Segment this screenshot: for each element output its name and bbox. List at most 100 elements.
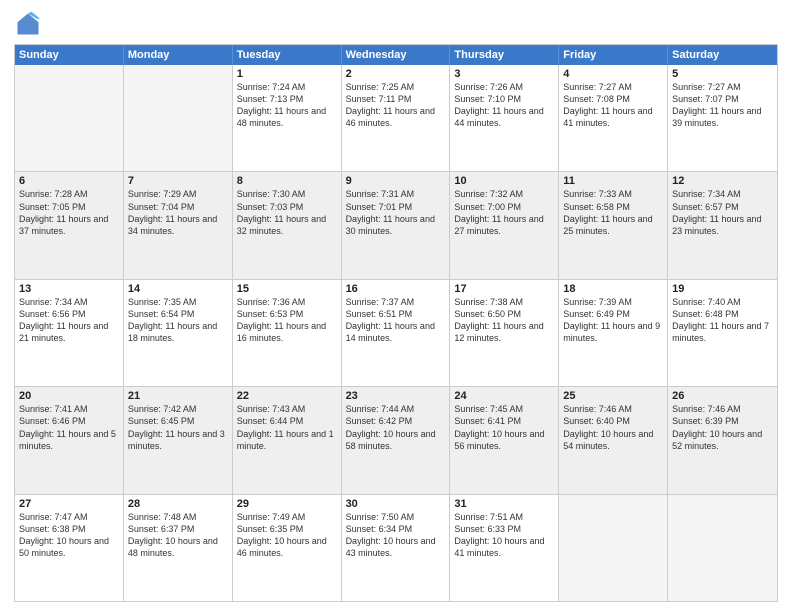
day-number: 13: [19, 283, 119, 295]
calendar-row-4: 27Sunrise: 7:47 AM Sunset: 6:38 PM Dayli…: [15, 494, 777, 601]
calendar-cell-1-2: 8Sunrise: 7:30 AM Sunset: 7:03 PM Daylig…: [233, 172, 342, 278]
day-number: 21: [128, 390, 228, 402]
cell-details: Sunrise: 7:40 AM Sunset: 6:48 PM Dayligh…: [672, 296, 773, 345]
day-number: 7: [128, 175, 228, 187]
calendar-cell-0-4: 3Sunrise: 7:26 AM Sunset: 7:10 PM Daylig…: [450, 65, 559, 171]
calendar-cell-1-5: 11Sunrise: 7:33 AM Sunset: 6:58 PM Dayli…: [559, 172, 668, 278]
calendar-cell-3-4: 24Sunrise: 7:45 AM Sunset: 6:41 PM Dayli…: [450, 387, 559, 493]
calendar-row-2: 13Sunrise: 7:34 AM Sunset: 6:56 PM Dayli…: [15, 279, 777, 386]
day-number: 6: [19, 175, 119, 187]
page: SundayMondayTuesdayWednesdayThursdayFrid…: [0, 0, 792, 612]
day-number: 25: [563, 390, 663, 402]
cell-details: Sunrise: 7:31 AM Sunset: 7:01 PM Dayligh…: [346, 188, 446, 237]
calendar-cell-3-2: 22Sunrise: 7:43 AM Sunset: 6:44 PM Dayli…: [233, 387, 342, 493]
cell-details: Sunrise: 7:36 AM Sunset: 6:53 PM Dayligh…: [237, 296, 337, 345]
header-day-friday: Friday: [559, 45, 668, 65]
calendar: SundayMondayTuesdayWednesdayThursdayFrid…: [14, 44, 778, 602]
cell-details: Sunrise: 7:46 AM Sunset: 6:39 PM Dayligh…: [672, 403, 773, 452]
calendar-cell-3-0: 20Sunrise: 7:41 AM Sunset: 6:46 PM Dayli…: [15, 387, 124, 493]
cell-details: Sunrise: 7:49 AM Sunset: 6:35 PM Dayligh…: [237, 511, 337, 560]
day-number: 26: [672, 390, 773, 402]
cell-details: Sunrise: 7:37 AM Sunset: 6:51 PM Dayligh…: [346, 296, 446, 345]
day-number: 23: [346, 390, 446, 402]
header-day-monday: Monday: [124, 45, 233, 65]
cell-details: Sunrise: 7:39 AM Sunset: 6:49 PM Dayligh…: [563, 296, 663, 345]
cell-details: Sunrise: 7:33 AM Sunset: 6:58 PM Dayligh…: [563, 188, 663, 237]
calendar-cell-2-2: 15Sunrise: 7:36 AM Sunset: 6:53 PM Dayli…: [233, 280, 342, 386]
header-day-wednesday: Wednesday: [342, 45, 451, 65]
day-number: 29: [237, 498, 337, 510]
cell-details: Sunrise: 7:25 AM Sunset: 7:11 PM Dayligh…: [346, 81, 446, 130]
calendar-cell-4-2: 29Sunrise: 7:49 AM Sunset: 6:35 PM Dayli…: [233, 495, 342, 601]
cell-details: Sunrise: 7:45 AM Sunset: 6:41 PM Dayligh…: [454, 403, 554, 452]
day-number: 28: [128, 498, 228, 510]
calendar-header: SundayMondayTuesdayWednesdayThursdayFrid…: [15, 45, 777, 65]
day-number: 12: [672, 175, 773, 187]
calendar-cell-0-3: 2Sunrise: 7:25 AM Sunset: 7:11 PM Daylig…: [342, 65, 451, 171]
cell-details: Sunrise: 7:32 AM Sunset: 7:00 PM Dayligh…: [454, 188, 554, 237]
calendar-cell-4-3: 30Sunrise: 7:50 AM Sunset: 6:34 PM Dayli…: [342, 495, 451, 601]
day-number: 11: [563, 175, 663, 187]
cell-details: Sunrise: 7:26 AM Sunset: 7:10 PM Dayligh…: [454, 81, 554, 130]
calendar-cell-4-0: 27Sunrise: 7:47 AM Sunset: 6:38 PM Dayli…: [15, 495, 124, 601]
day-number: 3: [454, 68, 554, 80]
day-number: 27: [19, 498, 119, 510]
calendar-cell-2-1: 14Sunrise: 7:35 AM Sunset: 6:54 PM Dayli…: [124, 280, 233, 386]
cell-details: Sunrise: 7:38 AM Sunset: 6:50 PM Dayligh…: [454, 296, 554, 345]
day-number: 10: [454, 175, 554, 187]
calendar-cell-2-0: 13Sunrise: 7:34 AM Sunset: 6:56 PM Dayli…: [15, 280, 124, 386]
calendar-cell-2-5: 18Sunrise: 7:39 AM Sunset: 6:49 PM Dayli…: [559, 280, 668, 386]
day-number: 2: [346, 68, 446, 80]
calendar-cell-4-4: 31Sunrise: 7:51 AM Sunset: 6:33 PM Dayli…: [450, 495, 559, 601]
cell-details: Sunrise: 7:35 AM Sunset: 6:54 PM Dayligh…: [128, 296, 228, 345]
cell-details: Sunrise: 7:24 AM Sunset: 7:13 PM Dayligh…: [237, 81, 337, 130]
logo: [14, 10, 46, 38]
cell-details: Sunrise: 7:44 AM Sunset: 6:42 PM Dayligh…: [346, 403, 446, 452]
cell-details: Sunrise: 7:46 AM Sunset: 6:40 PM Dayligh…: [563, 403, 663, 452]
header-day-saturday: Saturday: [668, 45, 777, 65]
day-number: 1: [237, 68, 337, 80]
cell-details: Sunrise: 7:29 AM Sunset: 7:04 PM Dayligh…: [128, 188, 228, 237]
calendar-cell-2-4: 17Sunrise: 7:38 AM Sunset: 6:50 PM Dayli…: [450, 280, 559, 386]
cell-details: Sunrise: 7:51 AM Sunset: 6:33 PM Dayligh…: [454, 511, 554, 560]
cell-details: Sunrise: 7:34 AM Sunset: 6:56 PM Dayligh…: [19, 296, 119, 345]
calendar-cell-1-4: 10Sunrise: 7:32 AM Sunset: 7:00 PM Dayli…: [450, 172, 559, 278]
calendar-row-0: 1Sunrise: 7:24 AM Sunset: 7:13 PM Daylig…: [15, 65, 777, 171]
header-day-tuesday: Tuesday: [233, 45, 342, 65]
day-number: 14: [128, 283, 228, 295]
day-number: 20: [19, 390, 119, 402]
cell-details: Sunrise: 7:30 AM Sunset: 7:03 PM Dayligh…: [237, 188, 337, 237]
calendar-cell-0-6: 5Sunrise: 7:27 AM Sunset: 7:07 PM Daylig…: [668, 65, 777, 171]
day-number: 5: [672, 68, 773, 80]
cell-details: Sunrise: 7:43 AM Sunset: 6:44 PM Dayligh…: [237, 403, 337, 452]
calendar-cell-0-5: 4Sunrise: 7:27 AM Sunset: 7:08 PM Daylig…: [559, 65, 668, 171]
calendar-cell-4-6: [668, 495, 777, 601]
cell-details: Sunrise: 7:28 AM Sunset: 7:05 PM Dayligh…: [19, 188, 119, 237]
header-day-thursday: Thursday: [450, 45, 559, 65]
day-number: 24: [454, 390, 554, 402]
calendar-cell-3-3: 23Sunrise: 7:44 AM Sunset: 6:42 PM Dayli…: [342, 387, 451, 493]
day-number: 15: [237, 283, 337, 295]
cell-details: Sunrise: 7:41 AM Sunset: 6:46 PM Dayligh…: [19, 403, 119, 452]
day-number: 31: [454, 498, 554, 510]
cell-details: Sunrise: 7:50 AM Sunset: 6:34 PM Dayligh…: [346, 511, 446, 560]
cell-details: Sunrise: 7:42 AM Sunset: 6:45 PM Dayligh…: [128, 403, 228, 452]
calendar-cell-3-6: 26Sunrise: 7:46 AM Sunset: 6:39 PM Dayli…: [668, 387, 777, 493]
calendar-cell-2-6: 19Sunrise: 7:40 AM Sunset: 6:48 PM Dayli…: [668, 280, 777, 386]
calendar-cell-1-3: 9Sunrise: 7:31 AM Sunset: 7:01 PM Daylig…: [342, 172, 451, 278]
header-day-sunday: Sunday: [15, 45, 124, 65]
day-number: 9: [346, 175, 446, 187]
day-number: 4: [563, 68, 663, 80]
calendar-row-3: 20Sunrise: 7:41 AM Sunset: 6:46 PM Dayli…: [15, 386, 777, 493]
cell-details: Sunrise: 7:48 AM Sunset: 6:37 PM Dayligh…: [128, 511, 228, 560]
day-number: 19: [672, 283, 773, 295]
cell-details: Sunrise: 7:27 AM Sunset: 7:07 PM Dayligh…: [672, 81, 773, 130]
cell-details: Sunrise: 7:47 AM Sunset: 6:38 PM Dayligh…: [19, 511, 119, 560]
day-number: 30: [346, 498, 446, 510]
day-number: 8: [237, 175, 337, 187]
header: [14, 10, 778, 38]
day-number: 18: [563, 283, 663, 295]
calendar-cell-1-0: 6Sunrise: 7:28 AM Sunset: 7:05 PM Daylig…: [15, 172, 124, 278]
calendar-cell-0-2: 1Sunrise: 7:24 AM Sunset: 7:13 PM Daylig…: [233, 65, 342, 171]
calendar-cell-0-0: [15, 65, 124, 171]
